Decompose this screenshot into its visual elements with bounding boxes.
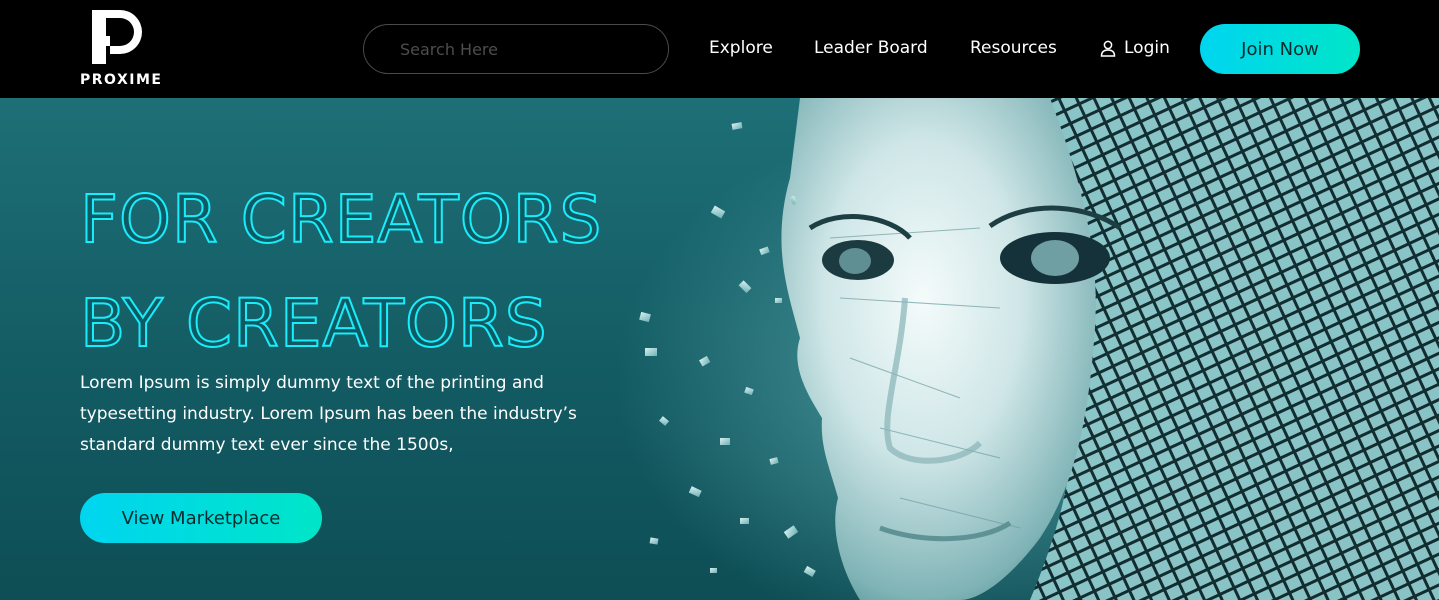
nav-login-label: Login [1124,38,1170,58]
hero-title-line-2: BY CREATORS [79,284,548,363]
site-header: PROXIME Explore Leader Board Resources L… [0,0,1439,98]
brand-logo[interactable]: PROXIME [80,8,170,90]
p-logo-icon [92,10,142,64]
nav-login[interactable]: Login [1100,38,1170,58]
user-icon [1100,40,1116,57]
nav-explore[interactable]: Explore [709,38,773,58]
join-now-button[interactable]: Join Now [1200,24,1360,74]
brand-name: PROXIME [80,72,163,88]
hero-title-line-1: FOR CREATORS [79,180,603,259]
view-marketplace-button[interactable]: View Marketplace [80,493,322,543]
hero-section: FOR CREATORS BY CREATORS Lorem Ipsum is … [0,98,1439,600]
nav-resources[interactable]: Resources [970,38,1057,58]
search-input[interactable] [400,39,640,59]
hero-title: FOR CREATORS BY CREATORS [79,168,603,376]
search-box[interactable] [363,24,669,74]
hero-description: Lorem Ipsum is simply dummy text of the … [80,373,577,455]
nav-leader-board[interactable]: Leader Board [814,38,928,58]
